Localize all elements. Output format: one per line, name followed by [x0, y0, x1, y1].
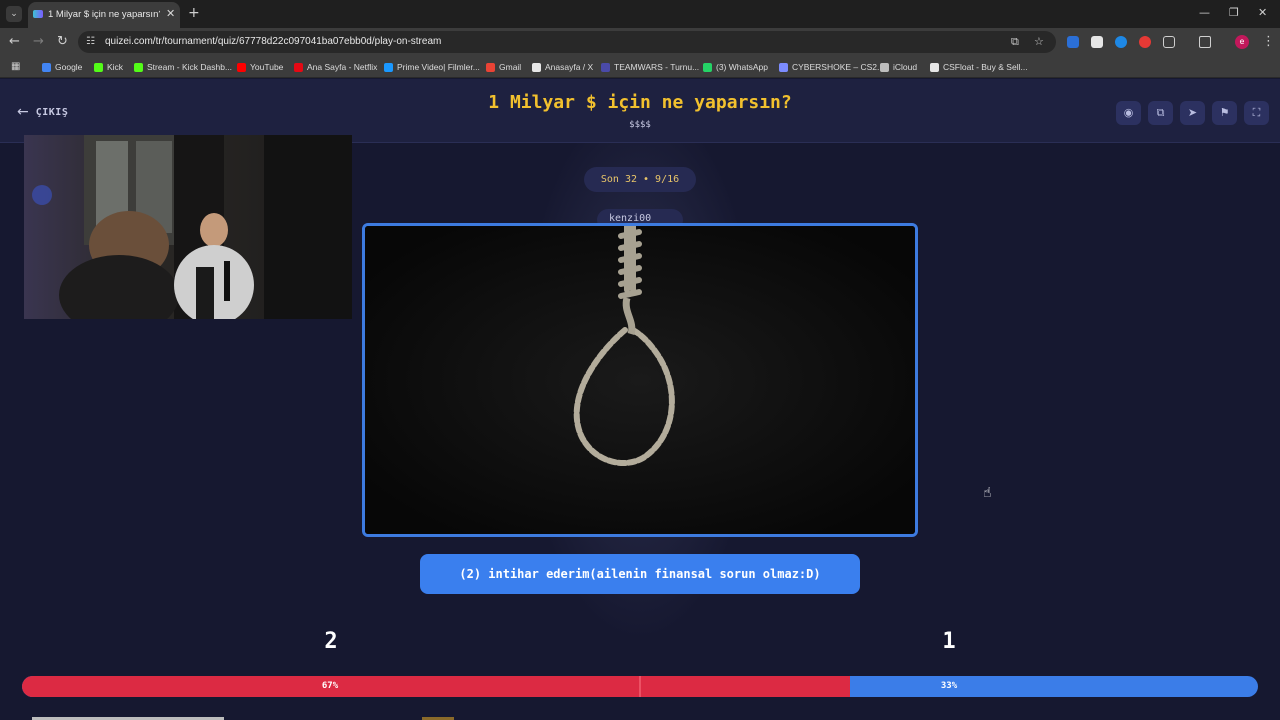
answer-option-button[interactable]: (2) intihar ederim(ailenin finansal soru… [420, 554, 860, 594]
bookmark-favicon-icon [532, 62, 541, 72]
apps-grid-icon[interactable]: ▦ [11, 60, 20, 74]
left-vote-count: 2 [324, 629, 338, 654]
bookmark-label: TEAMWARS - Turnu... [614, 62, 700, 72]
bookmark-item[interactable]: CSFloat - Buy & Sell... [930, 60, 1028, 74]
bookmark-item[interactable]: Ana Sayfa - Netflix [294, 60, 377, 74]
tab-search-icon[interactable]: ⌄ [6, 6, 22, 22]
quiz-subtitle: $$$$ [629, 120, 651, 130]
bookmark-item[interactable]: YouTube [237, 60, 283, 74]
bookmark-label: iCloud [893, 62, 918, 72]
share-icon[interactable]: ⧉ [1148, 101, 1173, 125]
bookmark-star-icon[interactable]: ☆ [1034, 34, 1044, 50]
minimize-window-icon[interactable]: — [1199, 5, 1210, 21]
bookmark-label: CYBERSHOKE – CS2... [792, 62, 885, 72]
send-icon[interactable]: ➤ [1180, 101, 1205, 125]
report-flag-icon[interactable]: ⚑ [1212, 101, 1237, 125]
bookmark-favicon-icon [294, 62, 303, 72]
close-tab-icon[interactable]: ✕ [166, 7, 175, 21]
bookmark-item[interactable]: TEAMWARS - Turnu... [601, 60, 699, 74]
bookmark-item[interactable]: Google [42, 60, 82, 74]
bookmark-item[interactable]: Prime Video| Filmler... [384, 60, 480, 74]
extension-icon[interactable] [1067, 36, 1079, 48]
bookmark-favicon-icon [703, 62, 712, 72]
extension-icon[interactable] [1115, 36, 1127, 48]
extensions-puzzle-icon[interactable] [1163, 36, 1175, 48]
address-bar[interactable]: ☷ quizei.com/tr/tournament/quiz/67778d22… [78, 31, 1056, 53]
quiz-header: ← ÇIKIŞ 1 Milyar $ için ne yaparsın? $$$… [0, 79, 1280, 143]
quiz-page: ← ÇIKIŞ 1 Milyar $ için ne yaparsın? $$$… [0, 79, 1280, 720]
eye-icon[interactable]: ◉ [1116, 101, 1141, 125]
quiz-title: 1 Milyar $ için ne yaparsın? [488, 92, 792, 113]
bookmark-label: Google [55, 62, 83, 72]
arrow-left-icon: ← [17, 104, 29, 120]
site-info-icon[interactable]: ☷ [86, 34, 95, 50]
site-favicon-icon [33, 10, 43, 18]
bookmark-item[interactable]: CYBERSHOKE – CS2... [779, 60, 884, 74]
webcam-overlay [24, 135, 352, 319]
vote-bar-midline [639, 676, 641, 697]
bookmark-favicon-icon [94, 62, 103, 72]
side-panel-icon[interactable] [1199, 36, 1211, 48]
bookmark-favicon-icon [134, 62, 143, 72]
browser-menu-icon[interactable]: ⋮ [1262, 34, 1275, 50]
bookmarks-bar: ▦ Google Kick Stream - Kick Dashb... YouTub… [0, 56, 1280, 78]
bookmark-item[interactable]: Kick [94, 60, 123, 74]
bookmark-label: Kick [107, 62, 124, 72]
close-window-icon[interactable]: ✕ [1258, 5, 1267, 21]
bookmark-label: Ana Sayfa - Netflix [307, 62, 378, 72]
bookmark-label: YouTube [250, 62, 284, 72]
reload-icon[interactable]: ↻ [57, 34, 68, 50]
left-vote-fill [22, 676, 851, 697]
right-vote-count: 1 [942, 629, 956, 654]
bookmark-favicon-icon [930, 62, 939, 72]
bookmark-favicon-icon [880, 62, 889, 72]
left-vote-percent: 67% [321, 681, 339, 691]
vote-progress-bar: 67% 33% [22, 676, 1258, 697]
forward-icon[interactable]: → [33, 34, 44, 50]
translate-icon[interactable]: ⧉ [1011, 34, 1019, 50]
bookmark-favicon-icon [486, 62, 495, 72]
tab-title: 1 Milyar $ için ne yaparsın? - Qu [48, 9, 160, 20]
bookmark-label: Stream - Kick Dashb... [147, 62, 233, 72]
browser-tab-active[interactable]: 1 Milyar $ için ne yaparsın? - Qu ✕ [28, 2, 180, 28]
bookmark-favicon-icon [237, 62, 246, 72]
bookmark-item[interactable]: iCloud [880, 60, 917, 74]
back-icon[interactable]: ← [9, 34, 20, 50]
bookmark-item[interactable]: (3) WhatsApp [703, 60, 768, 74]
mouse-cursor-icon: ☝ [983, 485, 992, 501]
fullscreen-icon[interactable]: ⛶ [1244, 101, 1269, 125]
browser-tab-bar: ⌄ 1 Milyar $ için ne yaparsın? - Qu ✕ + … [0, 0, 1280, 28]
bookmark-item[interactable]: Gmail [486, 60, 521, 74]
bookmark-item[interactable]: Stream - Kick Dashb... [134, 60, 232, 74]
bookmark-favicon-icon [42, 62, 51, 72]
profile-avatar[interactable]: e [1235, 35, 1249, 49]
bookmark-label: CSFloat - Buy & Sell... [943, 62, 1028, 72]
exit-label: ÇIKIŞ [35, 106, 69, 118]
bookmark-item[interactable]: Anasayfa / X [532, 60, 593, 74]
bookmark-label: Prime Video| Filmler... [397, 62, 480, 72]
bookmark-favicon-icon [779, 62, 788, 72]
extension-icon[interactable] [1139, 36, 1151, 48]
extension-icon[interactable] [1091, 36, 1103, 48]
url-text[interactable]: quizei.com/tr/tournament/quiz/67778d22c0… [105, 35, 441, 49]
round-indicator: Son 32 • 9/16 [584, 167, 696, 192]
bookmark-favicon-icon [384, 62, 393, 72]
exit-button[interactable]: ← ÇIKIŞ [17, 104, 68, 120]
new-tab-icon[interactable]: + [188, 5, 200, 21]
browser-toolbar: ← → ↻ ☷ quizei.com/tr/tournament/quiz/67… [0, 28, 1280, 56]
option-image[interactable] [362, 223, 918, 537]
bookmark-label: (3) WhatsApp [716, 62, 768, 72]
bookmark-favicon-icon [601, 62, 610, 72]
bookmark-label: Anasayfa / X [545, 62, 594, 72]
right-vote-percent: 33% [940, 681, 958, 691]
restore-window-icon[interactable]: ❐ [1229, 5, 1239, 21]
bookmark-label: Gmail [499, 62, 522, 72]
